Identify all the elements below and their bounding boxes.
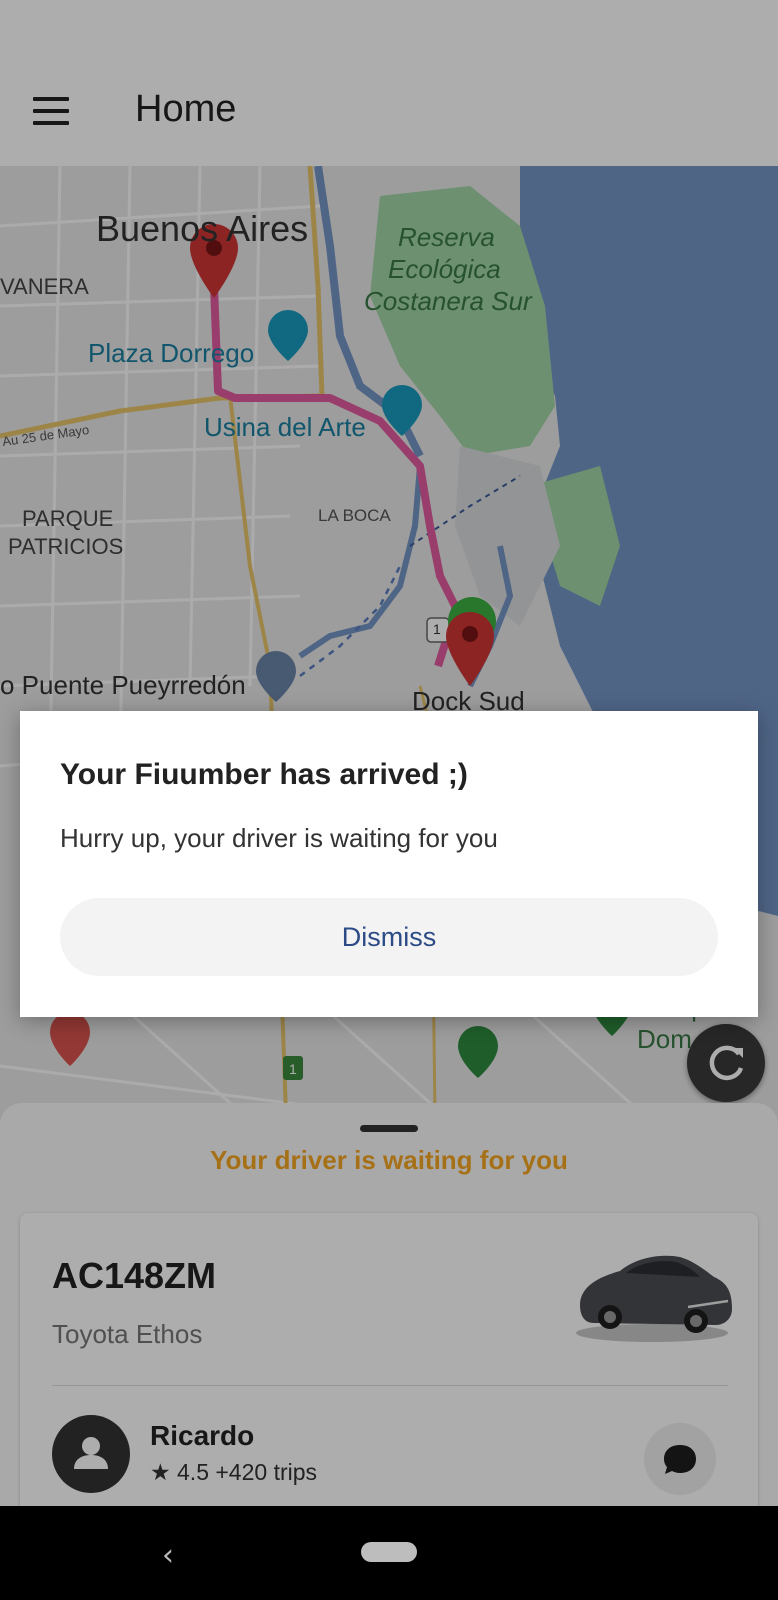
arrival-dialog: Your Fiuumber has arrived ;) Hurry up, y… [20, 711, 758, 1017]
dialog-message: Hurry up, your driver is waiting for you [60, 823, 498, 853]
home-pill-icon[interactable] [361, 1542, 417, 1562]
dialog-title: Your Fiuumber has arrived ;) [60, 758, 468, 791]
back-icon[interactable]: ‹ [162, 1538, 174, 1573]
dismiss-button[interactable]: Dismiss [60, 898, 718, 976]
